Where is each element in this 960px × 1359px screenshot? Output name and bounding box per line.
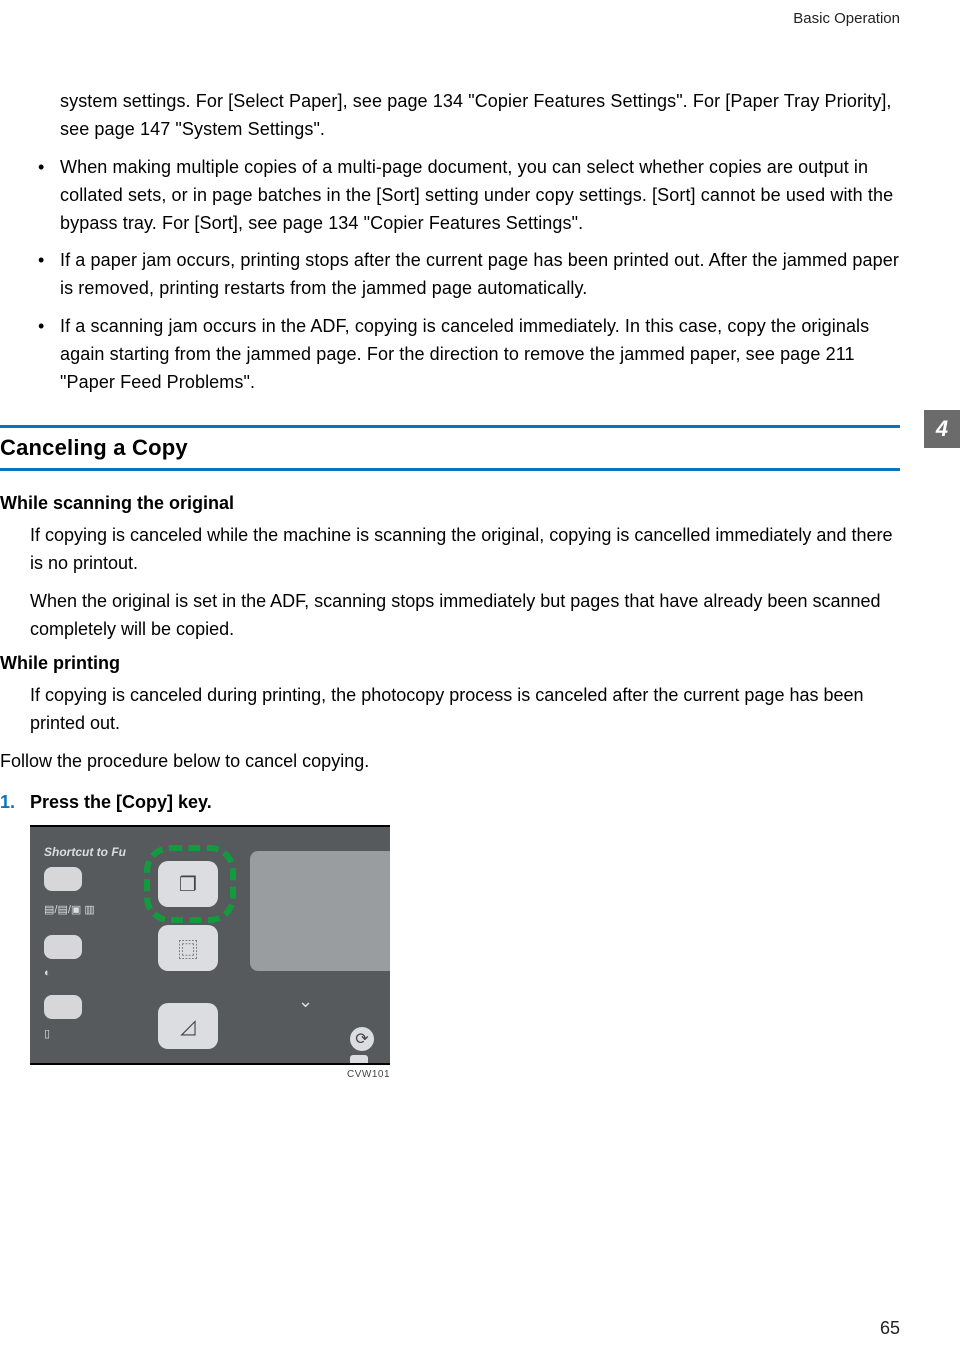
mode-icons-strip: ▤/▤/▣ ▥ [44, 903, 95, 916]
copy-key-icon: ❐ [179, 872, 197, 897]
body-paragraph: If copying is canceled while the machine… [0, 522, 900, 578]
figure-copy-key: Shortcut to Fu ▤/▤/▣ ▥ ◐ ▯ ❐ ⿴ ◿ ⌄ ⟳ CVW… [30, 825, 390, 1080]
body-paragraph: When the original is set in the ADF, sca… [0, 588, 900, 644]
copy-key-button: ❐ [158, 861, 218, 907]
step-number: 1. [0, 792, 15, 813]
control-panel-illustration: Shortcut to Fu ▤/▤/▣ ▥ ◐ ▯ ❐ ⿴ ◿ ⌄ ⟳ [30, 825, 390, 1065]
panel-button [44, 935, 82, 959]
bullet-text: If a paper jam occurs, printing stops af… [60, 247, 900, 303]
scan-button: ◿ [158, 1003, 218, 1049]
step-text: Press the [Copy] key. [30, 792, 212, 812]
running-header: Basic Operation [793, 10, 900, 27]
panel-button [44, 995, 82, 1019]
continued-paragraph: system settings. For [Select Paper], see… [30, 88, 900, 144]
subheading-while-scanning: While scanning the original [0, 493, 900, 514]
scan-icon: ◿ [180, 1014, 195, 1039]
chapter-thumb-tab: 4 [924, 410, 960, 448]
contrast-icon: ◐ [44, 967, 51, 979]
bullet-text: When making multiple copies of a multi-p… [60, 154, 900, 238]
page-number: 65 [880, 1318, 900, 1339]
subheading-while-printing: While printing [0, 653, 900, 674]
bullet-item: If a paper jam occurs, printing stops af… [30, 247, 900, 303]
tray-icon: ▯ [44, 1027, 50, 1040]
refresh-control: ⟳ [350, 1027, 376, 1065]
panel-display [250, 851, 390, 971]
figure-caption: CVW101 [30, 1069, 390, 1080]
id-card-icon: ⿴ [178, 934, 198, 963]
body-paragraph: If copying is canceled during printing, … [0, 682, 900, 738]
refresh-icon: ⟳ [350, 1027, 374, 1051]
chevron-down-icon: ⌄ [298, 991, 313, 1012]
refresh-button [350, 1055, 368, 1065]
step-item: 1. Press the [Copy] key. [0, 792, 900, 813]
panel-button [44, 867, 82, 891]
shortcut-label: Shortcut to Fu [44, 845, 126, 859]
section-heading-canceling-a-copy: Canceling a Copy [0, 435, 900, 461]
bullet-item: When making multiple copies of a multi-p… [30, 154, 900, 238]
lead-paragraph: Follow the procedure below to cancel cop… [0, 748, 900, 776]
bullet-item: If a scanning jam occurs in the ADF, cop… [30, 313, 900, 397]
bullet-text: If a scanning jam occurs in the ADF, cop… [60, 313, 900, 397]
id-card-button: ⿴ [158, 925, 218, 971]
